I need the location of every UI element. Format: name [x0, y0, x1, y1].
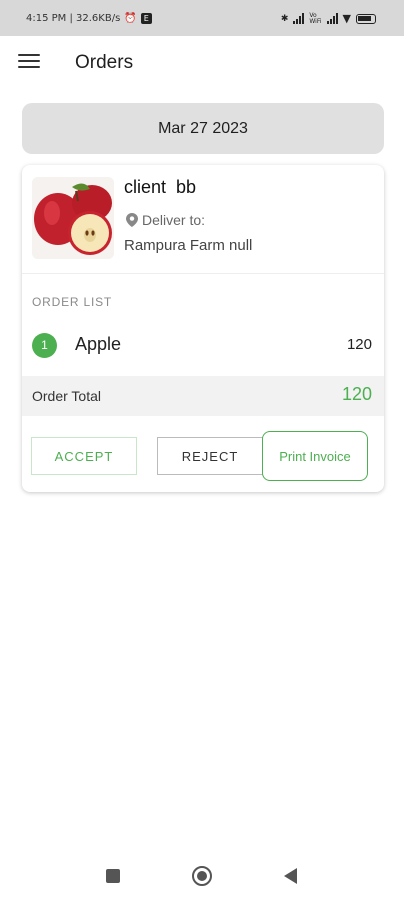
wifi-icon: ▼ — [342, 12, 351, 25]
order-total-value: 120 — [341, 384, 372, 404]
menu-icon[interactable] — [18, 54, 40, 72]
deliver-label: Deliver to: — [142, 212, 206, 228]
alarm-icon: ⏰ — [124, 13, 137, 24]
deliver-row: Deliver to: — [126, 212, 205, 228]
item-quantity: 120 — [346, 336, 372, 353]
accept-button[interactable]: ACCEPT — [31, 437, 137, 475]
system-nav-bar — [0, 850, 404, 900]
divider — [22, 273, 384, 274]
delivery-address: Rampura Farm null — [124, 237, 253, 254]
order-total-row: Order Total 120 — [22, 376, 384, 416]
print-invoice-button[interactable]: Print Invoice — [262, 431, 368, 481]
status-right: ✱ Vo WiFi ▼ — [281, 12, 376, 25]
e-badge-icon: E — [140, 13, 152, 24]
item-name: Apple — [75, 334, 122, 354]
order-list-label: ORDER LIST — [32, 295, 113, 309]
back-icon[interactable] — [284, 868, 297, 884]
product-image — [32, 177, 114, 259]
status-bar: 4:15 PM | 32.6KB/s ⏰ E ✱ Vo WiFi ▼ — [0, 0, 404, 36]
status-left: 4:15 PM | 32.6KB/s ⏰ E — [26, 13, 152, 24]
recents-icon[interactable] — [106, 869, 120, 883]
location-pin-icon — [126, 213, 138, 227]
home-icon[interactable] — [192, 866, 212, 886]
reject-button[interactable]: REJECT — [157, 437, 263, 475]
battery-icon — [356, 13, 376, 24]
status-time: 4:15 PM | 32.6KB/s — [26, 13, 121, 24]
client-name: client bb — [124, 177, 197, 197]
date-header: Mar 27 2023 — [22, 103, 384, 154]
signal-icon — [293, 13, 305, 24]
order-total-label: Order Total — [32, 388, 101, 404]
page-title: Orders — [75, 52, 134, 73]
volte-label: Vo WiFi — [309, 11, 322, 25]
app-bar: Orders — [0, 36, 404, 92]
bluetooth-icon: ✱ — [280, 13, 289, 24]
signal-icon-2 — [326, 13, 338, 24]
item-index-badge: 1 — [32, 333, 57, 358]
order-card: client bb Deliver to: Rampura Farm null … — [22, 165, 384, 492]
list-item: 1 Apple 120 — [22, 331, 384, 361]
